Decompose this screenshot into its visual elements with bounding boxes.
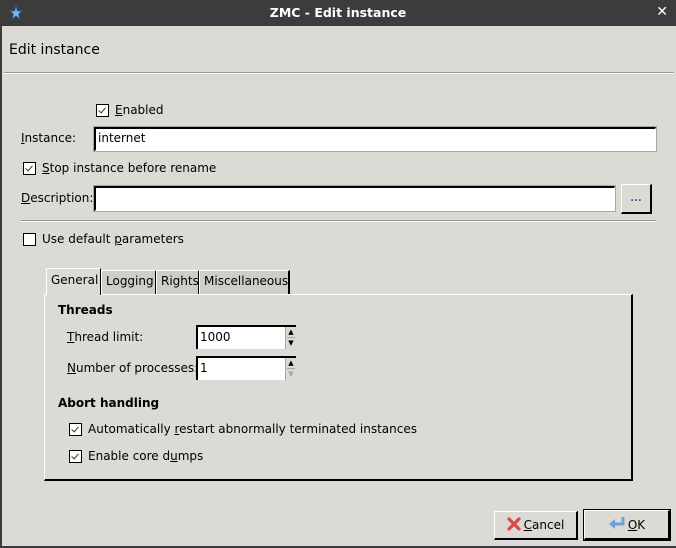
- auto-restart-label: Automatically restart abnormally termina…: [88, 422, 417, 436]
- description-label: Description:: [21, 191, 94, 205]
- return-arrow-icon: [608, 516, 626, 533]
- num-processes-spinbox[interactable]: 1 ▲ ▼: [196, 356, 296, 380]
- enabled-checkbox[interactable]: Enabled: [96, 103, 164, 117]
- thread-limit-label: Thread limit:: [67, 330, 144, 344]
- core-dumps-checkbox[interactable]: Enable core dumps: [69, 449, 203, 463]
- window-title: ZMC - Edit instance: [269, 5, 407, 20]
- tab-miscellaneous[interactable]: Miscellaneous: [199, 270, 290, 294]
- num-processes-label: Number of processes:: [67, 361, 199, 375]
- thread-limit-up-icon[interactable]: ▲: [287, 327, 295, 338]
- enabled-checkbox-box[interactable]: [96, 103, 109, 117]
- tab-logging[interactable]: Logging: [101, 270, 157, 294]
- close-icon[interactable]: ✕: [656, 4, 668, 20]
- cancel-label: Cancel: [523, 518, 565, 532]
- thread-limit-value[interactable]: 1000: [200, 330, 231, 344]
- thread-limit-spinbox[interactable]: 1000 ▲ ▼: [196, 325, 296, 349]
- enabled-label: Enabled: [115, 103, 164, 117]
- tab-rights[interactable]: Rights: [156, 270, 200, 294]
- description-browse-button[interactable]: ...: [621, 184, 652, 214]
- core-dumps-label: Enable core dumps: [88, 449, 204, 463]
- num-processes-up-icon[interactable]: ▲: [287, 358, 295, 369]
- ok-button[interactable]: OK: [583, 509, 671, 541]
- thread-limit-arrows: ▲ ▼: [285, 327, 296, 349]
- tab-general[interactable]: General: [46, 268, 101, 295]
- thread-limit-down-icon[interactable]: ▼: [287, 338, 295, 348]
- description-input[interactable]: [93, 185, 616, 212]
- stop-before-rename-checkbox-box[interactable]: [23, 161, 36, 175]
- header-separator: [4, 72, 674, 74]
- instance-input[interactable]: internet: [93, 126, 657, 152]
- auto-restart-checkbox-box[interactable]: [69, 422, 82, 436]
- red-x-icon: [507, 516, 521, 534]
- page-title: Edit instance: [9, 42, 100, 58]
- core-dumps-checkbox-box[interactable]: [69, 449, 82, 463]
- form-separator: [21, 220, 656, 222]
- use-default-parameters-checkbox[interactable]: Use default parameters: [23, 232, 184, 246]
- window-titlebar: ZMC - Edit instance ✕: [0, 0, 676, 26]
- cancel-button[interactable]: Cancel: [494, 511, 578, 540]
- threads-section-title: Threads: [58, 303, 113, 317]
- stop-before-rename-checkbox[interactable]: Stop instance before rename: [23, 161, 216, 175]
- ok-label: OK: [627, 517, 646, 532]
- use-default-parameters-checkbox-box[interactable]: [23, 232, 36, 246]
- num-processes-arrows: ▲ ▼: [285, 358, 296, 380]
- num-processes-value[interactable]: 1: [200, 361, 208, 375]
- instance-label: Instance:: [21, 131, 77, 145]
- auto-restart-checkbox[interactable]: Automatically restart abnormally termina…: [69, 422, 417, 436]
- use-default-parameters-label: Use default parameters: [42, 232, 184, 246]
- num-processes-down-icon[interactable]: ▼: [287, 369, 295, 379]
- stop-before-rename-label: Stop instance before rename: [42, 161, 217, 175]
- abort-handling-section-title: Abort handling: [58, 396, 160, 410]
